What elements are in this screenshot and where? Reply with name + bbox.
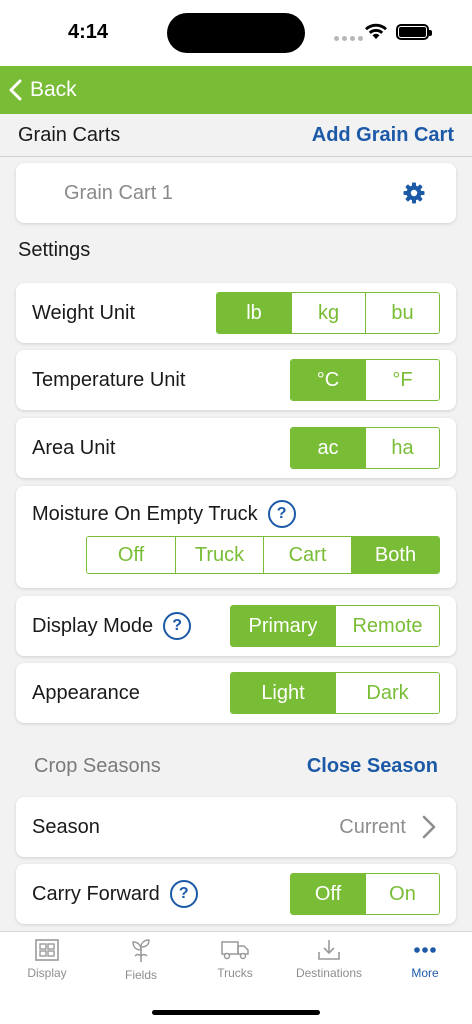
display-mode-selector: Primary Remote <box>230 605 440 647</box>
area-unit-label: Area Unit <box>32 436 116 459</box>
truck-icon <box>221 941 249 960</box>
carry-forward-off[interactable]: Off <box>291 874 365 914</box>
grain-carts-title: Grain Carts <box>18 123 121 146</box>
moisture-label-group: Moisture On Empty Truck ? <box>32 500 440 528</box>
moisture-truck[interactable]: Truck <box>175 537 263 573</box>
carry-forward-help-icon[interactable]: ? <box>169 880 198 908</box>
cellular-signal-icon <box>334 36 363 41</box>
weight-unit-bu[interactable]: bu <box>365 293 439 333</box>
appearance-row: Appearance Light Dark <box>16 663 456 723</box>
tab-trucks[interactable]: Trucks <box>188 938 282 980</box>
nav-bar: Back <box>0 66 472 114</box>
carry-forward-label: Carry Forward <box>32 882 160 905</box>
moisture-off[interactable]: Off <box>87 537 175 573</box>
area-unit-ha[interactable]: ha <box>365 428 439 468</box>
appearance-label: Appearance <box>32 681 140 704</box>
dynamic-island <box>167 13 305 53</box>
grain-carts-header: Grain Carts Add Grain Cart <box>0 114 472 156</box>
chevron-left-icon <box>9 79 22 101</box>
grid-icon <box>35 939 59 961</box>
tab-more-label: More <box>411 966 439 980</box>
gear-icon[interactable] <box>402 181 426 205</box>
area-unit-row: Area Unit ac ha <box>16 418 456 478</box>
temperature-unit-row: Temperature Unit °C °F <box>16 350 456 410</box>
appearance-selector: Light Dark <box>230 672 440 714</box>
appearance-dark[interactable]: Dark <box>335 673 439 713</box>
wifi-icon <box>365 23 387 39</box>
moisture-cart[interactable]: Cart <box>263 537 351 573</box>
weight-unit-lb[interactable]: lb <box>217 293 291 333</box>
moisture-row: Moisture On Empty Truck ? Off Truck Cart… <box>16 486 456 588</box>
crop-seasons-header: Crop Seasons Close Season <box>0 748 472 784</box>
season-label: Season <box>32 815 100 838</box>
tab-more[interactable]: More <box>378 938 472 980</box>
download-icon <box>318 940 340 960</box>
status-bar: 4:14 <box>0 0 472 66</box>
grain-cart-item[interactable]: Grain Cart 1 <box>16 163 456 223</box>
carry-forward-row: Carry Forward ? Off On <box>16 864 456 924</box>
carry-forward-on[interactable]: On <box>365 874 439 914</box>
display-mode-primary[interactable]: Primary <box>231 606 335 646</box>
add-grain-cart-button[interactable]: Add Grain Cart <box>312 124 454 147</box>
weight-unit-kg[interactable]: kg <box>291 293 365 333</box>
display-mode-remote[interactable]: Remote <box>335 606 439 646</box>
tab-fields-label: Fields <box>124 968 157 982</box>
carry-forward-label-group: Carry Forward ? <box>32 880 198 908</box>
display-mode-label: Display Mode <box>32 614 154 637</box>
moisture-help-icon[interactable]: ? <box>267 500 296 528</box>
settings-header: Settings <box>0 232 472 268</box>
back-button[interactable]: Back <box>8 78 77 102</box>
home-indicator <box>152 1010 320 1015</box>
battery-icon <box>396 24 432 40</box>
season-value: Current <box>339 815 406 838</box>
tab-display-label: Display <box>27 966 67 980</box>
display-mode-row: Display Mode ? Primary Remote <box>16 596 456 656</box>
tab-trucks-label: Trucks <box>217 966 253 980</box>
temperature-unit-selector: °C °F <box>290 359 440 401</box>
grain-cart-name: Grain Cart 1 <box>64 181 173 204</box>
tab-fields[interactable]: Fields <box>94 938 188 982</box>
tab-display[interactable]: Display <box>0 938 94 980</box>
display-mode-label-group: Display Mode ? <box>32 612 192 640</box>
carry-forward-selector: Off On <box>290 873 440 915</box>
moisture-both[interactable]: Both <box>351 537 439 573</box>
close-season-button[interactable]: Close Season <box>307 755 438 778</box>
more-icon <box>414 947 436 953</box>
header-divider <box>0 156 472 157</box>
weight-unit-row: Weight Unit lb kg bu <box>16 283 456 343</box>
settings-title: Settings <box>18 238 91 261</box>
status-time: 4:14 <box>68 21 109 43</box>
season-value-group: Current <box>339 815 436 839</box>
tab-destinations[interactable]: Destinations <box>282 938 376 980</box>
weight-unit-label: Weight Unit <box>32 301 136 324</box>
sprout-icon <box>132 939 150 962</box>
chevron-right-icon <box>422 815 436 839</box>
moisture-selector: Off Truck Cart Both <box>86 536 440 574</box>
crop-seasons-title: Crop Seasons <box>34 754 161 777</box>
back-label: Back <box>30 78 77 101</box>
temperature-unit-c[interactable]: °C <box>291 360 365 400</box>
season-row[interactable]: Season Current <box>16 797 456 857</box>
area-unit-ac[interactable]: ac <box>291 428 365 468</box>
display-mode-help-icon[interactable]: ? <box>163 612 192 640</box>
temperature-unit-label: Temperature Unit <box>32 368 186 391</box>
tab-bar: Display Fields Trucks Destinations More <box>0 931 472 1024</box>
area-unit-selector: ac ha <box>290 427 440 469</box>
temperature-unit-f[interactable]: °F <box>365 360 439 400</box>
tab-destinations-label: Destinations <box>295 966 363 980</box>
weight-unit-selector: lb kg bu <box>216 292 440 334</box>
moisture-label: Moisture On Empty Truck <box>32 502 258 525</box>
appearance-light[interactable]: Light <box>231 673 335 713</box>
